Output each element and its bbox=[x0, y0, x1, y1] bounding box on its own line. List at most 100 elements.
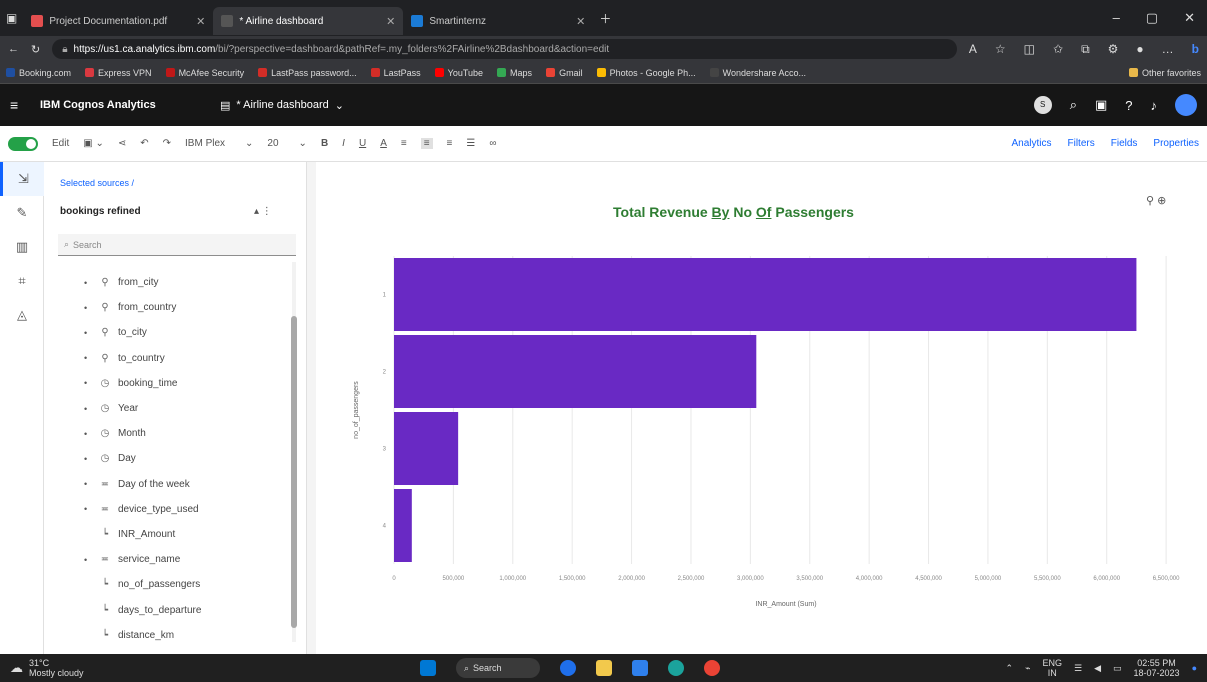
field-item[interactable]: • ⚲ from_country bbox=[84, 295, 284, 320]
field-item[interactable]: ┕ no_of_passengers bbox=[84, 572, 284, 597]
pin-rail-icon[interactable]: ✎ bbox=[0, 196, 44, 230]
visualizations-rail-icon[interactable]: ▥ bbox=[0, 230, 44, 264]
wifi-icon[interactable]: ☰ bbox=[1074, 663, 1082, 673]
bing-icon[interactable]: b bbox=[1192, 42, 1199, 57]
close-window-icon[interactable]: ✕ bbox=[1184, 10, 1195, 26]
chevron-up-icon[interactable]: ⌃ bbox=[1006, 663, 1014, 673]
search-input[interactable]: ⌕ Search bbox=[58, 234, 296, 256]
network-icon[interactable]: ⌁ bbox=[1025, 663, 1030, 673]
read-aloud-icon[interactable]: A bbox=[969, 42, 977, 57]
refresh-icon[interactable]: ↻ bbox=[31, 43, 40, 56]
app-icon[interactable] bbox=[560, 660, 576, 676]
bar[interactable] bbox=[394, 489, 412, 562]
redo-icon[interactable]: ↷ bbox=[163, 138, 171, 149]
file-explorer-icon[interactable] bbox=[596, 660, 612, 676]
field-item[interactable]: • ◷ Year bbox=[84, 396, 284, 421]
bookmark-item[interactable]: YouTube bbox=[434, 68, 483, 78]
font-select[interactable]: IBM Plex ⌄ bbox=[185, 138, 253, 149]
extensions-icon[interactable]: ⚙ bbox=[1108, 42, 1119, 57]
favorites-icon[interactable]: ✩ bbox=[1053, 42, 1063, 57]
assistant-icon[interactable]: ♪ bbox=[1151, 98, 1158, 113]
taskbar-search[interactable]: ⌕ Search bbox=[456, 658, 540, 678]
split-screen-icon[interactable]: ◫ bbox=[1024, 42, 1035, 57]
user-initials[interactable]: S bbox=[1033, 96, 1052, 114]
battery-icon[interactable]: ▭ bbox=[1113, 663, 1122, 673]
bookmark-item[interactable]: LastPass password... bbox=[258, 68, 357, 78]
volume-icon[interactable]: ◀ bbox=[1094, 663, 1101, 673]
sources-rail-icon[interactable]: ⇲ bbox=[0, 162, 44, 196]
edit-toggle[interactable] bbox=[8, 136, 38, 151]
field-item[interactable]: ┕ days_to_departure bbox=[84, 597, 284, 622]
bar[interactable] bbox=[394, 335, 757, 408]
font-size-select[interactable]: 20 ⌄ bbox=[267, 138, 307, 149]
browser-tab-1[interactable]: * Airline dashboard ✕ bbox=[213, 7, 404, 35]
windows-start-icon[interactable] bbox=[420, 660, 436, 676]
help-icon[interactable]: ? bbox=[1125, 98, 1132, 113]
share-icon[interactable]: ⋖ bbox=[118, 138, 126, 149]
language-indicator[interactable]: ENG IN bbox=[1042, 658, 1062, 678]
field-item[interactable]: • ≖ Day of the week bbox=[84, 472, 284, 497]
new-tab-icon[interactable]: ＋ bbox=[593, 10, 617, 27]
clock[interactable]: 02:55 PM 18-07-2023 bbox=[1134, 658, 1180, 678]
url-field[interactable]: 🔒︎ https://us1.ca.analytics.ibm.com /bi/… bbox=[52, 39, 957, 59]
close-icon[interactable]: ✕ bbox=[576, 15, 585, 28]
fields-button[interactable]: Fields bbox=[1111, 138, 1138, 149]
bookmark-item[interactable]: Express VPN bbox=[85, 68, 152, 78]
field-item[interactable]: • ◷ Month bbox=[84, 421, 284, 446]
field-item[interactable]: • ◷ Day bbox=[84, 446, 284, 471]
bar[interactable] bbox=[394, 258, 1137, 331]
field-item[interactable]: • ≖ service_name bbox=[84, 547, 284, 572]
chart-title[interactable]: Total Revenue By No Of Passengers bbox=[613, 204, 854, 220]
underline-icon[interactable]: U bbox=[359, 138, 366, 149]
collections-icon[interactable]: ⧉ bbox=[1081, 42, 1090, 57]
avatar[interactable] bbox=[1175, 94, 1197, 116]
breadcrumb[interactable]: Selected sources / bbox=[60, 178, 134, 188]
list-icon[interactable]: ☰ bbox=[466, 138, 475, 149]
chart-options-icon[interactable]: ⚲ ⊕ bbox=[1146, 194, 1166, 207]
edge-icon[interactable] bbox=[668, 660, 684, 676]
bookmark-item[interactable]: Wondershare Acco... bbox=[709, 68, 806, 78]
profile-icon[interactable]: ● bbox=[1136, 42, 1143, 57]
bookmark-item[interactable]: Gmail bbox=[546, 68, 583, 78]
browser-tab-0[interactable]: Project Documentation.pdf ✕ bbox=[23, 7, 213, 35]
bookmark-item[interactable]: McAfee Security bbox=[165, 68, 244, 78]
chrome-icon[interactable] bbox=[704, 660, 720, 676]
close-icon[interactable]: ✕ bbox=[196, 15, 205, 28]
shapes-rail-icon[interactable]: ◬ bbox=[0, 298, 44, 332]
tab-actions-icon[interactable]: ▣ bbox=[0, 11, 23, 25]
field-item[interactable]: • ⚲ to_city bbox=[84, 320, 284, 345]
filters-button[interactable]: Filters bbox=[1068, 138, 1095, 149]
browser-tab-2[interactable]: Smartinternz ✕ bbox=[403, 7, 593, 35]
search-icon[interactable]: ⌕ bbox=[1070, 97, 1077, 113]
panel-resize-handle[interactable] bbox=[306, 162, 316, 654]
store-icon[interactable] bbox=[632, 660, 648, 676]
bookmark-item[interactable]: Booking.com bbox=[6, 68, 71, 78]
align-center-icon[interactable]: ≡ bbox=[420, 138, 433, 149]
bar-chart[interactable]: 0 500,000 1,000,000 1,500,000 2,000,000 2,500… bbox=[316, 162, 1207, 654]
field-item[interactable]: ┕ INR_Amount bbox=[84, 522, 284, 547]
align-left-icon[interactable]: ≡ bbox=[401, 138, 407, 149]
align-right-icon[interactable]: ≡ bbox=[447, 138, 453, 149]
source-menu-icon[interactable]: ▴ ⋮ bbox=[254, 206, 272, 217]
field-item[interactable]: • ≖ device_type_used bbox=[84, 497, 284, 522]
text-color-icon[interactable]: A bbox=[380, 138, 387, 149]
dashboard-title-menu[interactable]: ▤ * Airline dashboard ⌄ bbox=[220, 99, 344, 112]
field-item[interactable]: • ◷ booking_time bbox=[84, 371, 284, 396]
properties-button[interactable]: Properties bbox=[1153, 138, 1199, 149]
italic-icon[interactable]: I bbox=[342, 138, 345, 149]
undo-icon[interactable]: ↶ bbox=[140, 138, 148, 149]
minimize-icon[interactable]: – bbox=[1113, 10, 1120, 26]
bold-icon[interactable]: B bbox=[321, 138, 328, 149]
link-icon[interactable]: ∞ bbox=[489, 138, 496, 149]
close-icon[interactable]: ✕ bbox=[386, 15, 395, 28]
notification-center-icon[interactable]: ● bbox=[1192, 663, 1197, 673]
favorite-icon[interactable]: ☆ bbox=[995, 42, 1006, 57]
field-item[interactable]: • ⚲ to_country bbox=[84, 346, 284, 371]
back-icon[interactable]: ← bbox=[8, 43, 19, 55]
bookmark-item[interactable]: LastPass bbox=[370, 68, 421, 78]
bar[interactable] bbox=[394, 412, 459, 485]
notifications-icon[interactable]: ▣ bbox=[1095, 97, 1107, 113]
analytics-button[interactable]: Analytics bbox=[1011, 138, 1051, 149]
bookmark-item[interactable]: Photos - Google Ph... bbox=[596, 68, 696, 78]
widgets-rail-icon[interactable]: ⌗ bbox=[0, 264, 44, 298]
